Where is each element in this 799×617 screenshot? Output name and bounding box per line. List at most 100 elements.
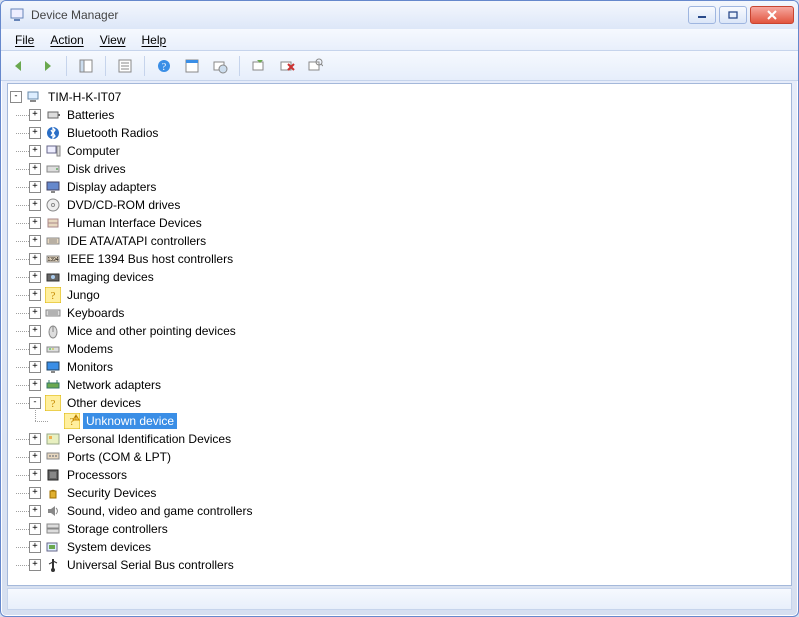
expand-icon[interactable]: + — [29, 253, 41, 265]
tree-node[interactable]: + Ports (COM & LPT) — [29, 448, 789, 466]
tree-node-label[interactable]: Display adapters — [64, 179, 159, 195]
tree-node[interactable]: + Bluetooth Radios — [29, 124, 789, 142]
tree-node-label[interactable]: Other devices — [64, 395, 144, 411]
warn-icon: ?! — [64, 413, 80, 429]
tree-node-label[interactable]: Mice and other pointing devices — [64, 323, 239, 339]
toolbar-uninstall-button[interactable] — [247, 54, 271, 78]
tree-node[interactable]: + DVD/CD-ROM drives — [29, 196, 789, 214]
toolbar-properties-button[interactable] — [113, 54, 137, 78]
expand-icon[interactable]: + — [29, 487, 41, 499]
expand-icon[interactable]: + — [29, 217, 41, 229]
expand-icon[interactable]: + — [29, 307, 41, 319]
tree-node[interactable]: + Monitors — [29, 358, 789, 376]
tree-node[interactable]: + Sound, video and game controllers — [29, 502, 789, 520]
tree-node-label[interactable]: Batteries — [64, 107, 117, 123]
tree-node-label[interactable]: Jungo — [64, 287, 103, 303]
expand-icon[interactable]: + — [29, 271, 41, 283]
toolbar-back-button[interactable] — [7, 54, 31, 78]
titlebar[interactable]: Device Manager — [1, 1, 798, 29]
menu-action[interactable]: Action — [42, 31, 91, 49]
tree-node-label[interactable]: Monitors — [64, 359, 116, 375]
tree-node-label[interactable]: Human Interface Devices — [64, 215, 205, 231]
maximize-button[interactable] — [719, 6, 747, 24]
tree-node[interactable]: + Mice and other pointing devices — [29, 322, 789, 340]
tree-node[interactable]: +?Jungo — [29, 286, 789, 304]
tree-node[interactable]: + Disk drives — [29, 160, 789, 178]
tree-node-label[interactable]: Processors — [64, 467, 130, 483]
tree-node[interactable]: + Keyboards — [29, 304, 789, 322]
minimize-button[interactable] — [688, 6, 716, 24]
tree-node-label[interactable]: Imaging devices — [64, 269, 157, 285]
tree-node[interactable]: + Network adapters — [29, 376, 789, 394]
expand-icon[interactable]: + — [29, 541, 41, 553]
tree-node[interactable]: + Modems — [29, 340, 789, 358]
tree-node-label[interactable]: Computer — [64, 143, 123, 159]
tree-node-label[interactable]: System devices — [64, 539, 154, 555]
tree-node-label[interactable]: Sound, video and game controllers — [64, 503, 255, 519]
toolbar-scan-hardware-button[interactable] — [303, 54, 327, 78]
tree-node[interactable]: + System devices — [29, 538, 789, 556]
expand-icon[interactable]: + — [29, 325, 41, 337]
expand-icon[interactable]: + — [29, 523, 41, 535]
tree-node-label[interactable]: DVD/CD-ROM drives — [64, 197, 183, 213]
tree-node[interactable]: -?Other devices — [29, 394, 789, 412]
expand-icon[interactable]: + — [29, 505, 41, 517]
collapse-icon[interactable]: - — [10, 91, 22, 103]
toolbar-update-driver-button[interactable] — [208, 54, 232, 78]
expand-icon[interactable]: + — [29, 163, 41, 175]
tree-node[interactable]: + IDE ATA/ATAPI controllers — [29, 232, 789, 250]
tree-node-label[interactable]: Unknown device — [83, 413, 177, 429]
expand-icon[interactable]: + — [29, 433, 41, 445]
tree-node-label[interactable]: IEEE 1394 Bus host controllers — [64, 251, 236, 267]
tree-node[interactable]: + Processors — [29, 466, 789, 484]
tree-node[interactable]: + Personal Identification Devices — [29, 430, 789, 448]
toolbar-show-console-tree-button[interactable] — [74, 54, 98, 78]
tree-node[interactable]: - TIM-H-K-IT07 — [10, 88, 789, 106]
menu-file[interactable]: File — [7, 31, 42, 49]
tree-node[interactable]: + Universal Serial Bus controllers — [29, 556, 789, 574]
expand-icon[interactable]: + — [29, 451, 41, 463]
tree-node[interactable]: + Human Interface Devices — [29, 214, 789, 232]
expand-icon[interactable]: + — [29, 343, 41, 355]
expand-icon[interactable]: + — [29, 379, 41, 391]
expand-icon[interactable]: + — [29, 127, 41, 139]
tree-node-label[interactable]: Personal Identification Devices — [64, 431, 234, 447]
tree-node-label[interactable]: TIM-H-K-IT07 — [45, 89, 124, 105]
tree-node-label[interactable]: IDE ATA/ATAPI controllers — [64, 233, 209, 249]
tree-node[interactable]: + Security Devices — [29, 484, 789, 502]
tree-node[interactable]: + Computer — [29, 142, 789, 160]
expand-icon[interactable]: + — [29, 181, 41, 193]
menu-view[interactable]: View — [92, 31, 134, 49]
tree-node-label[interactable]: Security Devices — [64, 485, 159, 501]
tree-node-label[interactable]: Modems — [64, 341, 116, 357]
toolbar-help-button[interactable]: ? — [152, 54, 176, 78]
tree-node-label[interactable]: Bluetooth Radios — [64, 125, 161, 141]
tree-node-label[interactable]: Universal Serial Bus controllers — [64, 557, 237, 573]
tree-node[interactable]: + Display adapters — [29, 178, 789, 196]
tree-node-label[interactable]: Ports (COM & LPT) — [64, 449, 174, 465]
expand-icon[interactable]: + — [29, 145, 41, 157]
expand-icon[interactable]: + — [29, 199, 41, 211]
tree-node-label[interactable]: Network adapters — [64, 377, 164, 393]
expand-icon[interactable]: + — [29, 289, 41, 301]
expand-icon[interactable]: + — [29, 109, 41, 121]
qmark-icon: ? — [45, 395, 61, 411]
tree-node[interactable]: +1394IEEE 1394 Bus host controllers — [29, 250, 789, 268]
expand-icon[interactable]: + — [29, 469, 41, 481]
tree-node[interactable]: + Imaging devices — [29, 268, 789, 286]
tree-node[interactable]: ?!Unknown device — [48, 412, 789, 430]
menu-help[interactable]: Help — [134, 31, 175, 49]
expand-icon[interactable]: + — [29, 235, 41, 247]
tree-node-label[interactable]: Disk drives — [64, 161, 129, 177]
tree-pane[interactable]: - TIM-H-K-IT07 + Batteries + Bluetooth Radios… — [7, 83, 792, 586]
expand-icon[interactable]: + — [29, 559, 41, 571]
tree-node[interactable]: + Storage controllers — [29, 520, 789, 538]
toolbar-refresh-button[interactable] — [180, 54, 204, 78]
tree-node-label[interactable]: Keyboards — [64, 305, 127, 321]
close-button[interactable] — [750, 6, 794, 24]
toolbar-disable-button[interactable] — [275, 54, 299, 78]
toolbar-forward-button[interactable] — [35, 54, 59, 78]
tree-node-label[interactable]: Storage controllers — [64, 521, 171, 537]
tree-node[interactable]: + Batteries — [29, 106, 789, 124]
expand-icon[interactable]: + — [29, 361, 41, 373]
